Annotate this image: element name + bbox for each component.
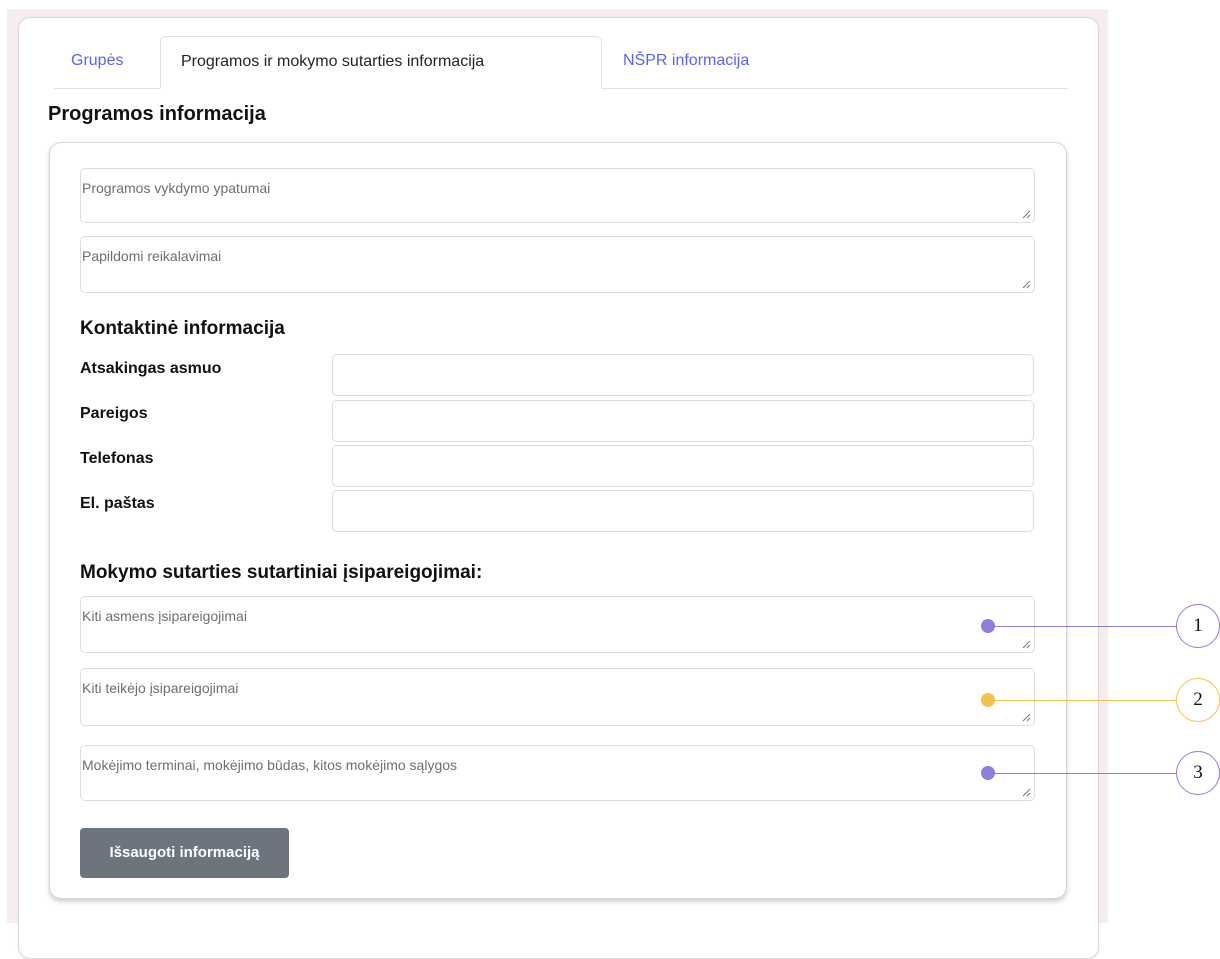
- position-label: Pareigos: [80, 405, 148, 422]
- payment-terms-placeholder: Mokėjimo terminai, mokėjimo būdas, kitos…: [82, 757, 458, 773]
- callout-dot-3: [981, 766, 995, 780]
- callout-badge-1: 1: [1176, 604, 1220, 648]
- callout-dot-2: [981, 693, 995, 707]
- provider-obligations-textarea[interactable]: Kiti teikėjo įsipareigojimai: [80, 668, 1035, 726]
- resize-grip-icon[interactable]: [1022, 280, 1031, 289]
- phone-input[interactable]: [332, 445, 1034, 487]
- save-info-button[interactable]: Išsaugoti informaciją: [80, 828, 289, 878]
- contact-heading: Kontaktinė informacija: [80, 318, 285, 339]
- person-obligations-textarea[interactable]: Kiti asmens įsipareigojimai: [80, 596, 1035, 653]
- position-input[interactable]: [332, 400, 1034, 442]
- resize-grip-icon[interactable]: [1022, 713, 1031, 722]
- resize-grip-icon[interactable]: [1022, 210, 1031, 219]
- resize-grip-icon[interactable]: [1022, 640, 1031, 649]
- execution-features-textarea[interactable]: Programos vykdymo ypatumai: [80, 168, 1035, 223]
- resize-grip-icon[interactable]: [1022, 788, 1031, 797]
- additional-requirements-textarea[interactable]: Papildomi reikalavimai: [80, 236, 1035, 293]
- execution-features-placeholder: Programos vykdymo ypatumai: [82, 180, 271, 196]
- callout-line-3: [988, 773, 1198, 774]
- phone-label: Telefonas: [80, 450, 154, 467]
- tab-bar: Grupės Programos ir mokymo sutarties inf…: [54, 36, 1068, 89]
- provider-obligations-placeholder: Kiti teikėjo įsipareigojimai: [82, 680, 239, 696]
- tab-program-contract-info[interactable]: Programos ir mokymo sutarties informacij…: [160, 36, 602, 89]
- callout-line-1: [988, 626, 1198, 627]
- section-title: Programos informacija: [48, 103, 266, 125]
- responsible-person-label: Atsakingas asmuo: [80, 360, 222, 377]
- tab-groups[interactable]: Grupės: [54, 36, 160, 88]
- callout-badge-2: 2: [1176, 678, 1220, 722]
- callout-line-2: [988, 700, 1198, 701]
- contract-obligations-heading: Mokymo sutarties sutartiniai įsipareigoj…: [80, 562, 483, 583]
- person-obligations-placeholder: Kiti asmens įsipareigojimai: [82, 608, 247, 624]
- responsible-person-input[interactable]: [332, 354, 1034, 396]
- callout-dot-1: [981, 619, 995, 633]
- additional-requirements-placeholder: Papildomi reikalavimai: [82, 248, 222, 264]
- email-input[interactable]: [332, 490, 1034, 532]
- callout-badge-3: 3: [1176, 751, 1220, 795]
- payment-terms-textarea[interactable]: Mokėjimo terminai, mokėjimo būdas, kitos…: [80, 745, 1035, 801]
- email-label: El. paštas: [80, 495, 155, 512]
- tab-nspr-info[interactable]: NŠPR informacija: [623, 36, 823, 88]
